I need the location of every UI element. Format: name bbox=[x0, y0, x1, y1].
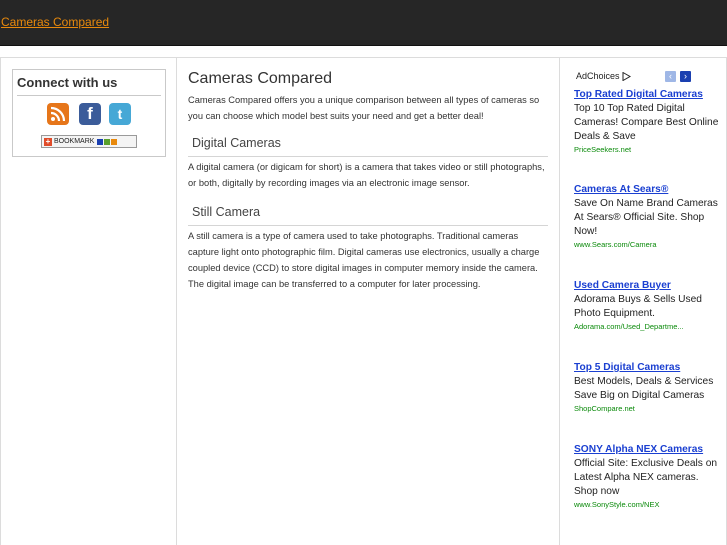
plus-icon: + bbox=[44, 136, 52, 146]
ad-sidebar: AdChoices ‹ › Top Rated Digital Cameras … bbox=[561, 58, 727, 545]
site-title-link[interactable]: Cameras Compared bbox=[1, 15, 109, 29]
ad-description: Adorama Buys & Sells Used Photo Equipmen… bbox=[574, 294, 702, 319]
section-divider bbox=[188, 225, 548, 226]
bookmark-button[interactable]: + BOOKMARK bbox=[41, 135, 137, 148]
ad-title[interactable]: Top 5 Digital Cameras bbox=[574, 361, 724, 375]
page-title: Cameras Compared bbox=[188, 70, 333, 87]
ad-url[interactable]: www.SonyStyle.com/NEX bbox=[574, 499, 724, 510]
section-body-still: A still camera is a type of camera used … bbox=[188, 231, 540, 289]
ad-item[interactable]: Top 5 Digital Cameras Best Models, Deals… bbox=[574, 361, 724, 414]
adchoices-label: AdChoices bbox=[576, 71, 620, 81]
ad-description: Best Models, Deals & Services Save Big o… bbox=[574, 376, 714, 401]
ad-description: Official Site: Exclusive Deals on Latest… bbox=[574, 458, 718, 497]
ad-next-button[interactable]: › bbox=[680, 71, 691, 82]
rss-icon[interactable] bbox=[47, 103, 69, 125]
bookmark-label: BOOKMARK bbox=[54, 138, 95, 145]
ad-prev-button[interactable]: ‹ bbox=[665, 71, 676, 82]
left-sidebar: Connect with us f t + BOOKMARK bbox=[1, 58, 177, 545]
section-heading-still: Still Camera bbox=[192, 205, 261, 219]
section-divider bbox=[188, 156, 548, 157]
section-heading-digital: Digital Cameras bbox=[192, 136, 281, 150]
ad-url[interactable]: www.Sears.com/Camera bbox=[574, 239, 724, 250]
ad-url[interactable]: PriceSeekers.net bbox=[574, 144, 724, 155]
ad-description: Save On Name Brand Cameras At Sears® Off… bbox=[574, 198, 718, 237]
facebook-icon[interactable]: f bbox=[79, 103, 101, 125]
ad-title[interactable]: SONY Alpha NEX Cameras bbox=[574, 443, 724, 457]
ad-description: Top 10 Top Rated Digital Cameras! Compar… bbox=[574, 103, 719, 142]
connect-title: Connect with us bbox=[17, 75, 118, 90]
page-frame: Connect with us f t + BOOKMARK Cameras C… bbox=[0, 57, 727, 545]
ad-title[interactable]: Top Rated Digital Cameras bbox=[574, 88, 724, 102]
intro-text: Cameras Compared offers you a unique com… bbox=[188, 95, 540, 121]
main-content: Cameras Compared Cameras Compared offers… bbox=[178, 58, 560, 545]
ad-item[interactable]: Used Camera Buyer Adorama Buys & Sells U… bbox=[574, 279, 724, 332]
connect-divider bbox=[17, 95, 161, 96]
delicious-icon bbox=[97, 138, 104, 145]
ad-title[interactable]: Used Camera Buyer bbox=[574, 279, 724, 293]
ad-item[interactable]: Cameras At Sears® Save On Name Brand Cam… bbox=[574, 183, 724, 250]
adchoices-icon bbox=[622, 71, 631, 81]
section-body-digital: A digital camera (or digicam for short) … bbox=[188, 162, 545, 188]
connect-box: Connect with us f t + BOOKMARK bbox=[12, 69, 166, 157]
ad-url[interactable]: Adorama.com/Used_Departme... bbox=[574, 321, 724, 332]
twitter-icon[interactable]: t bbox=[109, 103, 131, 125]
share-icons bbox=[97, 138, 118, 145]
header-bar: Cameras Compared bbox=[0, 0, 727, 46]
ad-url[interactable]: ShopCompare.net bbox=[574, 403, 724, 414]
ad-item[interactable]: SONY Alpha NEX Cameras Official Site: Ex… bbox=[574, 443, 724, 510]
adchoices-link[interactable]: AdChoices bbox=[576, 71, 631, 81]
ad-item[interactable]: Top Rated Digital Cameras Top 10 Top Rat… bbox=[574, 88, 724, 155]
ad-title[interactable]: Cameras At Sears® bbox=[574, 183, 724, 197]
share-icon bbox=[104, 138, 111, 145]
digg-icon bbox=[111, 138, 118, 145]
